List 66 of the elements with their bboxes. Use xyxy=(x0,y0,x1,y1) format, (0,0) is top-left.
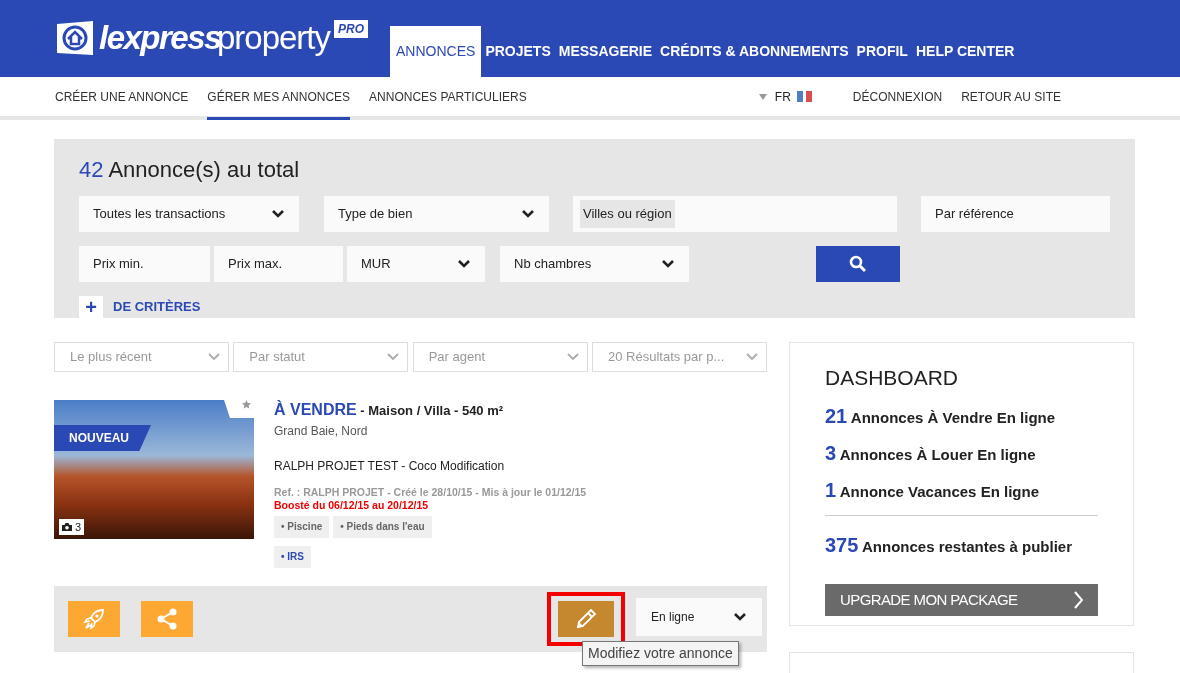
boost-button[interactable] xyxy=(68,601,120,637)
select-field[interactable]: Type de bien xyxy=(324,196,549,232)
share-button[interactable] xyxy=(141,601,193,637)
pro-badge: PRO xyxy=(334,20,368,38)
listing-title[interactable]: À VENDRE - Maison / Villa - 540 m² xyxy=(274,400,587,421)
more-criteria-link[interactable]: DE CRITÈRES xyxy=(113,297,201,317)
dashboard-stat: 1 Annonce Vacances En ligne xyxy=(825,478,1040,504)
listing-meta: Ref. : RALPH PROJET - Créé le 28/10/15 - Mis à jour le 01/12/15 xyxy=(274,486,587,499)
boost-dates: Boosté du 06/12/15 au 20/12/15 xyxy=(274,499,430,512)
tooltip: Modifiez votre annonce xyxy=(582,641,739,666)
sub-nav-link[interactable]: CRÉER UNE ANNONCE xyxy=(55,77,189,120)
header-link[interactable]: RETOUR AU SITE xyxy=(961,77,1061,120)
chevron-down-icon xyxy=(566,353,579,361)
feature-tag: • Piscine xyxy=(274,516,330,538)
chevron-down-icon xyxy=(521,209,535,219)
dashboard-stat: 21 Annonces À Vendre En ligne xyxy=(825,404,1057,430)
chevron-down-icon xyxy=(387,353,400,361)
camera-icon xyxy=(62,522,72,531)
listing-project: RALPH PROJET TEST - Coco Modification xyxy=(274,458,506,474)
remaining-count: 375 Annonces restantes à publier xyxy=(825,533,1074,559)
location-field[interactable]: Villes ou région xyxy=(573,196,897,232)
nav-tab[interactable]: PROFIL xyxy=(852,26,912,77)
nav-tab[interactable]: ANNONCES xyxy=(390,26,482,77)
nav-tab[interactable]: MESSAGERIE xyxy=(554,26,657,77)
upgrade-button[interactable]: UPGRADE MON PACKAGE xyxy=(825,584,1098,617)
photo-count: 3 xyxy=(59,518,85,535)
search-icon xyxy=(849,255,867,273)
input-field[interactable]: Prix min. xyxy=(79,246,210,282)
select-field[interactable]: Toutes les transactions xyxy=(79,196,299,232)
sub-nav-link[interactable]: GÉRER MES ANNONCES xyxy=(207,77,351,120)
share-icon xyxy=(155,607,179,631)
pencil-icon xyxy=(574,607,598,631)
nav-tab[interactable]: PROJETS xyxy=(481,26,555,77)
status-select[interactable]: En ligne xyxy=(636,598,762,636)
nav-tab[interactable]: CRÉDITS & ABONNEMENTS xyxy=(656,26,853,77)
plus-button[interactable]: + xyxy=(79,296,103,318)
logo-text[interactable]: lexpressproperty xyxy=(99,13,330,63)
nav-tab[interactable]: HELP CENTER xyxy=(911,26,1019,77)
caret-icon xyxy=(758,93,767,100)
dashboard-title: DASHBOARD xyxy=(825,365,960,391)
input-field[interactable]: Par référence xyxy=(921,196,1110,232)
dashboard-stat: 3 Annonces À Louer En ligne xyxy=(825,441,1037,467)
listing-location: Grand Baie, Nord xyxy=(274,423,369,439)
chevron-down-icon xyxy=(457,259,471,269)
chevron-down-icon xyxy=(746,353,758,361)
chevron-right-icon xyxy=(1074,591,1084,610)
select-field[interactable]: Nb chambres xyxy=(500,246,689,282)
total-count: 42 Annonce(s) au total xyxy=(79,156,301,184)
chevron-down-icon xyxy=(733,612,747,622)
new-badge: NOUVEAU xyxy=(54,425,151,451)
input-field[interactable]: Prix max. xyxy=(214,246,343,282)
select-field[interactable]: MUR xyxy=(347,246,485,282)
rocket-icon xyxy=(83,608,105,630)
chevron-down-icon xyxy=(271,209,285,219)
feature-tag: • Pieds dans l'eau xyxy=(333,516,432,538)
house-logo-icon xyxy=(55,20,95,56)
edit-button[interactable] xyxy=(558,601,614,637)
chevron-down-icon xyxy=(208,353,220,361)
search-button[interactable] xyxy=(816,246,900,282)
header-link[interactable]: DÉCONNEXION xyxy=(852,77,943,120)
language-selector[interactable]: FR xyxy=(758,77,813,116)
feature-tag: • IRS xyxy=(274,546,311,568)
chevron-down-icon xyxy=(661,259,675,269)
star-icon xyxy=(242,400,251,409)
sub-nav-link[interactable]: ANNONCES PARTICULIERS xyxy=(369,77,527,120)
flag-icon xyxy=(794,91,813,102)
